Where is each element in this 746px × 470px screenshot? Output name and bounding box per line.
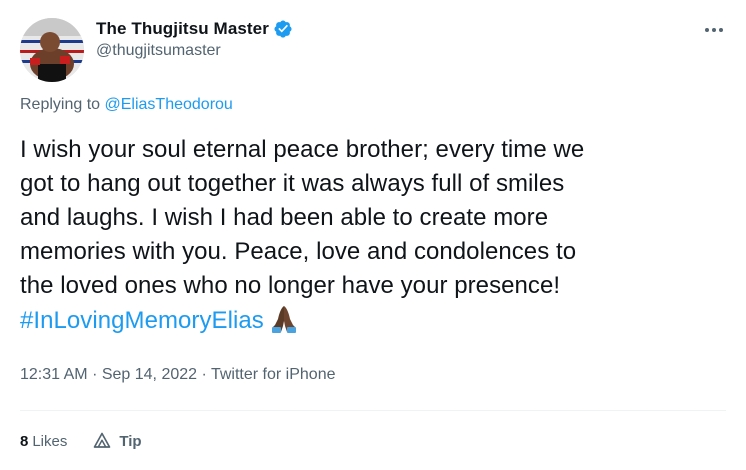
tweet-line: and laughs. I wish I had been able to cr… xyxy=(20,204,549,231)
tweet-meta: 12:31 AM · Sep 14, 2022 · Twitter for iP… xyxy=(20,366,335,384)
divider xyxy=(20,410,726,411)
folded-hands-emoji xyxy=(270,303,298,333)
tip-button[interactable]: Tip xyxy=(93,432,142,450)
tip-label: Tip xyxy=(119,432,142,450)
likes-label: Likes xyxy=(32,432,68,450)
verified-badge-icon xyxy=(273,19,293,39)
hashtag-line: #InLovingMemoryElias xyxy=(20,303,720,338)
tweet-stats: 8 Likes Tip xyxy=(20,432,142,450)
tweet-line: memories with you. Peace, love and condo… xyxy=(20,238,577,265)
display-name[interactable]: The Thugjitsu Master xyxy=(96,19,269,39)
meta-separator: · xyxy=(201,366,207,383)
author-info: The Thugjitsu Master @thugjitsumaster xyxy=(96,19,293,60)
tweet-card: The Thugjitsu Master @thugjitsumaster Re… xyxy=(0,0,746,470)
tip-icon xyxy=(93,432,111,450)
likes-link[interactable]: 8 Likes xyxy=(20,433,67,450)
tweet-time-link[interactable]: 12:31 AM xyxy=(20,366,88,383)
tweet-line: the loved ones who no longer have your p… xyxy=(20,272,561,299)
hashtag-link[interactable]: #InLovingMemoryElias xyxy=(20,307,264,334)
tweet-source-link[interactable]: Twitter for iPhone xyxy=(211,366,336,383)
tweet-date-link[interactable]: Sep 14, 2022 xyxy=(102,366,197,383)
handle[interactable]: @thugjitsumaster xyxy=(96,42,293,60)
avatar[interactable] xyxy=(20,18,84,82)
likes-count: 8 xyxy=(20,432,29,450)
name-row: The Thugjitsu Master xyxy=(96,19,293,39)
tweet-line: got to hang out together it was always f… xyxy=(20,170,565,197)
tweet-text: I wish your soul eternal peace brother; … xyxy=(20,133,720,338)
more-options-icon[interactable] xyxy=(702,20,726,40)
reply-mention-link[interactable]: @EliasTheodorou xyxy=(105,96,233,113)
tweet-line: I wish your soul eternal peace brother; … xyxy=(20,136,585,163)
meta-separator: · xyxy=(92,366,98,383)
replying-prefix: Replying to xyxy=(20,96,101,113)
replying-to: Replying to @EliasTheodorou xyxy=(20,96,233,114)
